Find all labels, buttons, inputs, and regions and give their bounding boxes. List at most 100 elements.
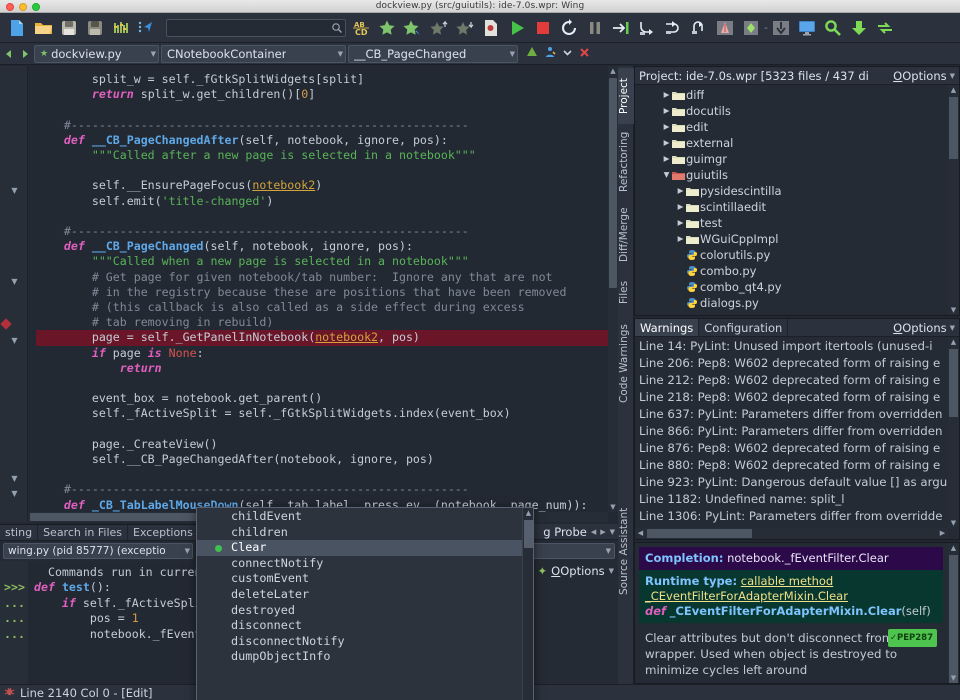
breakpoint-marker[interactable] — [0, 318, 12, 330]
editor-vscroll-thumb[interactable] — [609, 78, 617, 288]
close-x-icon[interactable] — [579, 47, 590, 61]
source-assistant-scrollbar[interactable]: ▲ ▼ — [948, 543, 959, 683]
sa-scroll-thumb[interactable] — [949, 555, 958, 683]
download-icon[interactable] — [846, 15, 872, 41]
step-return-icon[interactable] — [686, 15, 712, 41]
autocomplete-item[interactable]: childEvent — [197, 509, 522, 525]
scroll-up-arrow[interactable]: ▲ — [608, 66, 618, 76]
autocomplete-item[interactable]: destroyed — [197, 603, 522, 619]
vtab-files[interactable]: Files — [618, 272, 634, 312]
debug-file-icon[interactable] — [478, 15, 504, 41]
fold-arrow[interactable]: ▼ — [9, 473, 20, 484]
autocomplete-item[interactable]: disconnect — [197, 618, 522, 634]
toolbar-search[interactable] — [166, 18, 346, 37]
chevron-right-icon[interactable]: ▶ — [675, 183, 686, 199]
fold-arrow[interactable]: ▼ — [9, 276, 20, 287]
warning-row[interactable]: Line 218: Pep8: W602 deprecated form of … — [639, 389, 959, 406]
scroll-down-arrow[interactable]: ▼ — [608, 502, 618, 512]
chevron-right-icon[interactable]: ▶ — [661, 87, 672, 103]
stop-icon[interactable] — [530, 15, 556, 41]
tree-item-wguicppimpl[interactable]: ▶ WGuiCppImpl — [639, 231, 959, 247]
step-over-icon[interactable] — [634, 15, 660, 41]
tree-item-combo-qt4-py[interactable]: combo_qt4.py — [639, 279, 959, 295]
search-input[interactable] — [166, 18, 346, 37]
warning-row[interactable]: Line 212: Pep8: W602 deprecated form of … — [639, 372, 959, 389]
warning-row[interactable]: Line 206: Pep8: W602 deprecated form of … — [639, 355, 959, 372]
tree-item-pysidescintilla[interactable]: ▶ pysidescintilla — [639, 183, 959, 199]
tree-item-colorutils-py[interactable]: colorutils.py — [639, 247, 959, 263]
chevron-right-icon[interactable]: ▶ — [675, 215, 686, 231]
scroll-down-arrow[interactable]: ▼ — [948, 673, 959, 683]
breakpoint-clear-icon[interactable] — [768, 15, 794, 41]
bookmark-prev-icon[interactable] — [426, 15, 452, 41]
breadcrumb-function-combo[interactable]: __CB_PageChanged ▼ — [348, 44, 518, 63]
breadcrumb-class-combo[interactable]: CNotebookContainer ▼ — [161, 44, 346, 63]
indentation-icon[interactable] — [108, 15, 134, 41]
warnings-options-button[interactable]: OOptions ▼ — [893, 319, 959, 336]
editor-vertical-scrollbar[interactable]: ▲ ▼ — [608, 66, 618, 512]
shell-process-combo[interactable]: wing.py (pid 85777) (exceptio ▼ — [3, 543, 193, 559]
tree-item-external[interactable]: ▶ external — [639, 135, 959, 151]
find-replace-icon[interactable]: AB CD — [348, 15, 374, 41]
probe-next-icon[interactable]: ▶ — [600, 528, 605, 536]
fold-arrow[interactable]: ▼ — [9, 335, 20, 346]
vtab-project[interactable]: Project — [618, 68, 634, 124]
scroll-right-arrow[interactable]: ▶ — [937, 528, 948, 538]
save-icon[interactable] — [56, 15, 82, 41]
scroll-up-arrow[interactable]: ▲ — [948, 337, 959, 347]
project-scroll-thumb[interactable] — [949, 97, 958, 159]
editor-gutter[interactable]: ▼ ▼ ▼ ▼ ▼ — [0, 66, 28, 522]
tab-warnings[interactable]: Warnings — [635, 319, 700, 336]
probe-menu-icon[interactable]: ▼ — [610, 528, 615, 536]
tree-item-docutils[interactable]: ▶ docutils — [639, 103, 959, 119]
vtab-diff-merge[interactable]: Diff/Merge — [618, 200, 634, 270]
warning-row[interactable]: Line 1182: Undefined name: split_l — [639, 491, 959, 508]
probe-prev-icon[interactable]: ◀ — [591, 528, 596, 536]
chevron-right-icon[interactable]: ▶ — [661, 119, 672, 135]
chevron-down-icon[interactable] — [562, 47, 573, 61]
project-tree-body[interactable]: ▶ diff ▶ docutils ▶ edit ▶ external ▶ gu… — [635, 85, 959, 315]
tree-item-guiutils[interactable]: ▼ guiutils — [639, 167, 959, 183]
tree-item-diff[interactable]: ▶ diff — [639, 87, 959, 103]
autocomplete-item[interactable]: children — [197, 525, 522, 541]
editor-text-area[interactable]: split_w = self._fGtkSplitWidgets[split] … — [28, 66, 608, 512]
autocomplete-item[interactable]: deleteLater — [197, 587, 522, 603]
autocomplete-scroll-thumb[interactable] — [524, 520, 533, 548]
autocomplete-popup[interactable]: childEvent children Clear connectNotify … — [196, 507, 534, 700]
breakpoint-enable-icon[interactable] — [738, 15, 764, 41]
project-options-button[interactable]: OOptions ▼ — [893, 69, 955, 83]
tab-configuration[interactable]: Configuration — [699, 319, 789, 336]
autocomplete-item[interactable]: dumpObjectInfo — [197, 649, 522, 665]
save-all-icon[interactable] — [82, 15, 108, 41]
scroll-left-arrow[interactable]: ◀ — [635, 528, 646, 538]
warning-row[interactable]: Line 14: PyLint: Unused import itertools… — [639, 338, 959, 355]
step-out-icon[interactable] — [660, 15, 686, 41]
tree-item-test[interactable]: ▶ test — [639, 215, 959, 231]
warnings-hscroll-thumb[interactable] — [647, 529, 752, 538]
scroll-down-arrow[interactable]: ▼ — [948, 518, 959, 528]
scroll-up-arrow[interactable]: ▲ — [948, 85, 959, 95]
tab-search-in-files[interactable]: Search in Files — [38, 525, 129, 540]
tree-item-dialogs-py[interactable]: dialogs.py — [639, 295, 959, 311]
pause-icon[interactable] — [582, 15, 608, 41]
warnings-horizontal-scrollbar[interactable]: ◀ ▶ — [635, 528, 948, 539]
tree-item-scintillaedit[interactable]: ▶ scintillaedit — [639, 199, 959, 215]
tab-exceptions[interactable]: Exceptions — [128, 525, 199, 540]
tree-item-combo-py[interactable]: combo.py — [639, 263, 959, 279]
warning-row[interactable]: Line 866: PyLint: Parameters differ from… — [639, 423, 959, 440]
bookmark-goto-icon[interactable] — [400, 15, 426, 41]
warning-row[interactable]: Line 876: Pep8: W602 deprecated form of … — [639, 440, 959, 457]
breadcrumb-file-combo[interactable]: ★ dockview.py ▼ — [34, 44, 159, 63]
autocomplete-item[interactable]: customEvent — [197, 571, 522, 587]
select-pointer-icon[interactable] — [134, 15, 160, 41]
source-assistant-body[interactable]: Completion: notebook._fEventFilter.Clear… — [635, 543, 959, 683]
autocomplete-item[interactable]: disconnectNotify — [197, 634, 522, 650]
person-debug-icon[interactable] — [544, 46, 556, 61]
tree-item-guimgr[interactable]: ▶ guimgr — [639, 151, 959, 167]
debug-probe-tab-label[interactable]: g Probe — [543, 525, 587, 539]
warnings-scroll-thumb[interactable] — [949, 349, 958, 417]
autocomplete-scrollbar[interactable]: ▲ ▼ — [522, 508, 533, 700]
tab-testing[interactable]: sting — [0, 525, 39, 540]
open-folder-icon[interactable] — [30, 15, 56, 41]
tree-item-edit[interactable]: ▶ edit — [639, 119, 959, 135]
